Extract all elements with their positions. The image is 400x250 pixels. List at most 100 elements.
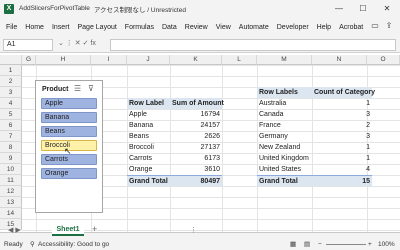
pivot2-row-value[interactable]: 1 [312, 153, 372, 164]
pivot1-header-row-label[interactable]: Row Label [127, 98, 170, 109]
pivot2-grand-total-value[interactable]: 15 [312, 175, 372, 186]
row-header-14[interactable]: 14 [0, 208, 22, 219]
pivot2-grand-total-label[interactable]: Grand Total [257, 175, 312, 186]
tab-review[interactable]: Review [185, 24, 208, 31]
pivot1-grand-total-value[interactable]: 80497 [170, 175, 222, 186]
tab-file[interactable]: File [6, 24, 17, 31]
pivot1-row-label[interactable]: Broccoli [127, 142, 156, 153]
pivot1-row-label[interactable]: Carrots [127, 153, 154, 164]
close-button[interactable]: ✕ [376, 0, 398, 17]
row-header-6[interactable]: 6 [0, 120, 22, 131]
sheet-tab-sheet1[interactable]: Sheet1 [52, 225, 84, 236]
zoom-slider[interactable] [326, 244, 366, 245]
pivot2-row-value[interactable]: 3 [312, 109, 372, 120]
tab-view[interactable]: View [216, 24, 231, 31]
slicer-item-beans[interactable]: Beans [41, 126, 97, 137]
col-header-n[interactable]: N [312, 55, 367, 65]
zoom-in-icon[interactable]: + [368, 240, 372, 250]
col-header-j[interactable]: J [127, 55, 170, 65]
col-header-o[interactable]: O [367, 55, 400, 65]
row-header-7[interactable]: 7 [0, 131, 22, 142]
tab-data[interactable]: Data [162, 24, 177, 31]
col-header-m[interactable]: M [257, 55, 312, 65]
pivot2-row-value[interactable]: 4 [312, 164, 372, 175]
col-header-k[interactable]: K [170, 55, 222, 65]
select-all-corner[interactable] [0, 55, 22, 65]
row-header-4[interactable]: 4 [0, 98, 22, 109]
pivot1-header-sum[interactable]: Sum of Amount [170, 98, 224, 109]
tab-formulas[interactable]: Formulas [125, 24, 154, 31]
row-header-13[interactable]: 13 [0, 197, 22, 208]
status-bar: Ready ⚲ Accessibility: Good to go ▦ ▤ − … [0, 240, 400, 250]
tab-page-layout[interactable]: Page Layout [77, 24, 116, 31]
tab-insert[interactable]: Insert [52, 24, 70, 31]
pivot1-row-value[interactable]: 24157 [170, 120, 222, 131]
col-header-l[interactable]: L [222, 55, 257, 65]
clear-filter-icon[interactable]: ⊽ [88, 84, 94, 93]
row-header-3[interactable]: 3 [0, 87, 22, 98]
pivot1-row-label[interactable]: Banana [127, 120, 155, 131]
pivot1-row-value[interactable]: 16794 [170, 109, 222, 120]
pivot2-row-label[interactable]: United States [257, 164, 303, 175]
row-header-12[interactable]: 12 [0, 186, 22, 197]
pivot1-row-value[interactable]: 3610 [170, 164, 222, 175]
tab-home[interactable]: Home [25, 24, 44, 31]
row-header-1[interactable]: 1 [0, 65, 22, 76]
zoom-level[interactable]: 100% [378, 240, 395, 250]
formula-input[interactable] [110, 39, 396, 51]
tab-help[interactable]: Help [317, 24, 331, 31]
zoom-out-icon[interactable]: − [318, 240, 322, 250]
pivot2-row-value[interactable]: 2 [312, 120, 372, 131]
slicer-item-banana[interactable]: Banana [41, 112, 97, 123]
formula-buttons[interactable]: ⌄ ⋮ ✕ ✓ fx [58, 39, 96, 47]
accessibility-status[interactable]: Accessibility: Good to go [38, 240, 109, 250]
view-normal-icon[interactable]: ▦ [290, 240, 296, 250]
row-header-11[interactable]: 11 [0, 175, 22, 186]
tab-automate[interactable]: Automate [239, 24, 269, 31]
slicer-item-orange[interactable]: Orange [41, 168, 97, 179]
slicer-item-apple[interactable]: Apple [41, 98, 97, 109]
pivot1-row-value[interactable]: 27137 [170, 142, 222, 153]
pivot1-row-label[interactable]: Apple [127, 109, 149, 120]
row-header-8[interactable]: 8 [0, 142, 22, 153]
comment-icon[interactable]: ▭ [370, 21, 380, 31]
name-box[interactable]: A1 [3, 39, 53, 51]
pivot1-row-label[interactable]: Orange [127, 164, 154, 175]
col-header-i[interactable]: I [91, 55, 127, 65]
col-header-g[interactable]: G [22, 55, 36, 65]
sensitivity-label[interactable]: アクセス制限なし / Unrestricted [94, 4, 186, 14]
pivot2-header-count[interactable]: Count of Category [312, 87, 375, 98]
multi-select-icon[interactable]: ☰ [74, 84, 81, 93]
col-header-h[interactable]: H [36, 55, 91, 65]
pivot1-row-value[interactable]: 6173 [170, 153, 222, 164]
sheet-options-icon[interactable]: ⋮ [190, 226, 197, 234]
pivot2-row-label[interactable]: Germany [257, 131, 290, 142]
share-icon[interactable]: ⇪ [384, 21, 394, 31]
pivot2-row-label[interactable]: United Kingdom [257, 153, 311, 164]
pivot1-row-label[interactable]: Beans [127, 131, 151, 142]
minimize-button[interactable]: — [328, 0, 350, 17]
pivot2-row-value[interactable]: 1 [312, 142, 372, 153]
row-header-9[interactable]: 9 [0, 153, 22, 164]
row-header-5[interactable]: 5 [0, 109, 22, 120]
pivot1-grand-total-label[interactable]: Grand Total [127, 175, 170, 186]
slicer-title: Product [42, 86, 69, 93]
pivot2-row-label[interactable]: Canada [257, 109, 286, 120]
maximize-button[interactable]: ☐ [352, 0, 374, 17]
pivot1-row-value[interactable]: 2626 [170, 131, 222, 142]
pivot2-row-value[interactable]: 1 [312, 98, 372, 109]
row-header-2[interactable]: 2 [0, 76, 22, 87]
view-layout-icon[interactable]: ▤ [304, 240, 310, 250]
tab-acrobat[interactable]: Acrobat [339, 24, 363, 31]
tab-developer[interactable]: Developer [277, 24, 309, 31]
row-header-10[interactable]: 10 [0, 164, 22, 175]
pivot2-row-label[interactable]: New Zealand [257, 142, 302, 153]
excel-logo-icon: X [4, 3, 14, 14]
pivot2-row-value[interactable]: 3 [312, 131, 372, 142]
pivot2-header-row-labels[interactable]: Row Labels [257, 87, 312, 98]
sheet-nav-arrows[interactable]: ◀ ▶ [8, 226, 21, 234]
add-sheet-button[interactable]: + [92, 224, 97, 234]
pivot2-row-label[interactable]: Australia [257, 98, 288, 109]
mouse-cursor-icon: ↖ [64, 146, 72, 156]
pivot2-row-label[interactable]: France [257, 120, 283, 131]
